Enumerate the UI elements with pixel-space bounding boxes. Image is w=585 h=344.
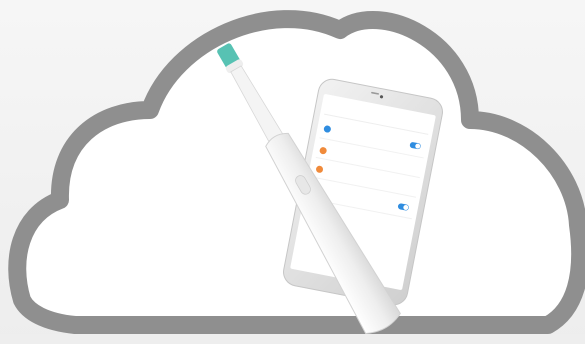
illustration bbox=[0, 0, 585, 344]
ground-strip bbox=[0, 334, 585, 344]
scene bbox=[0, 0, 585, 344]
